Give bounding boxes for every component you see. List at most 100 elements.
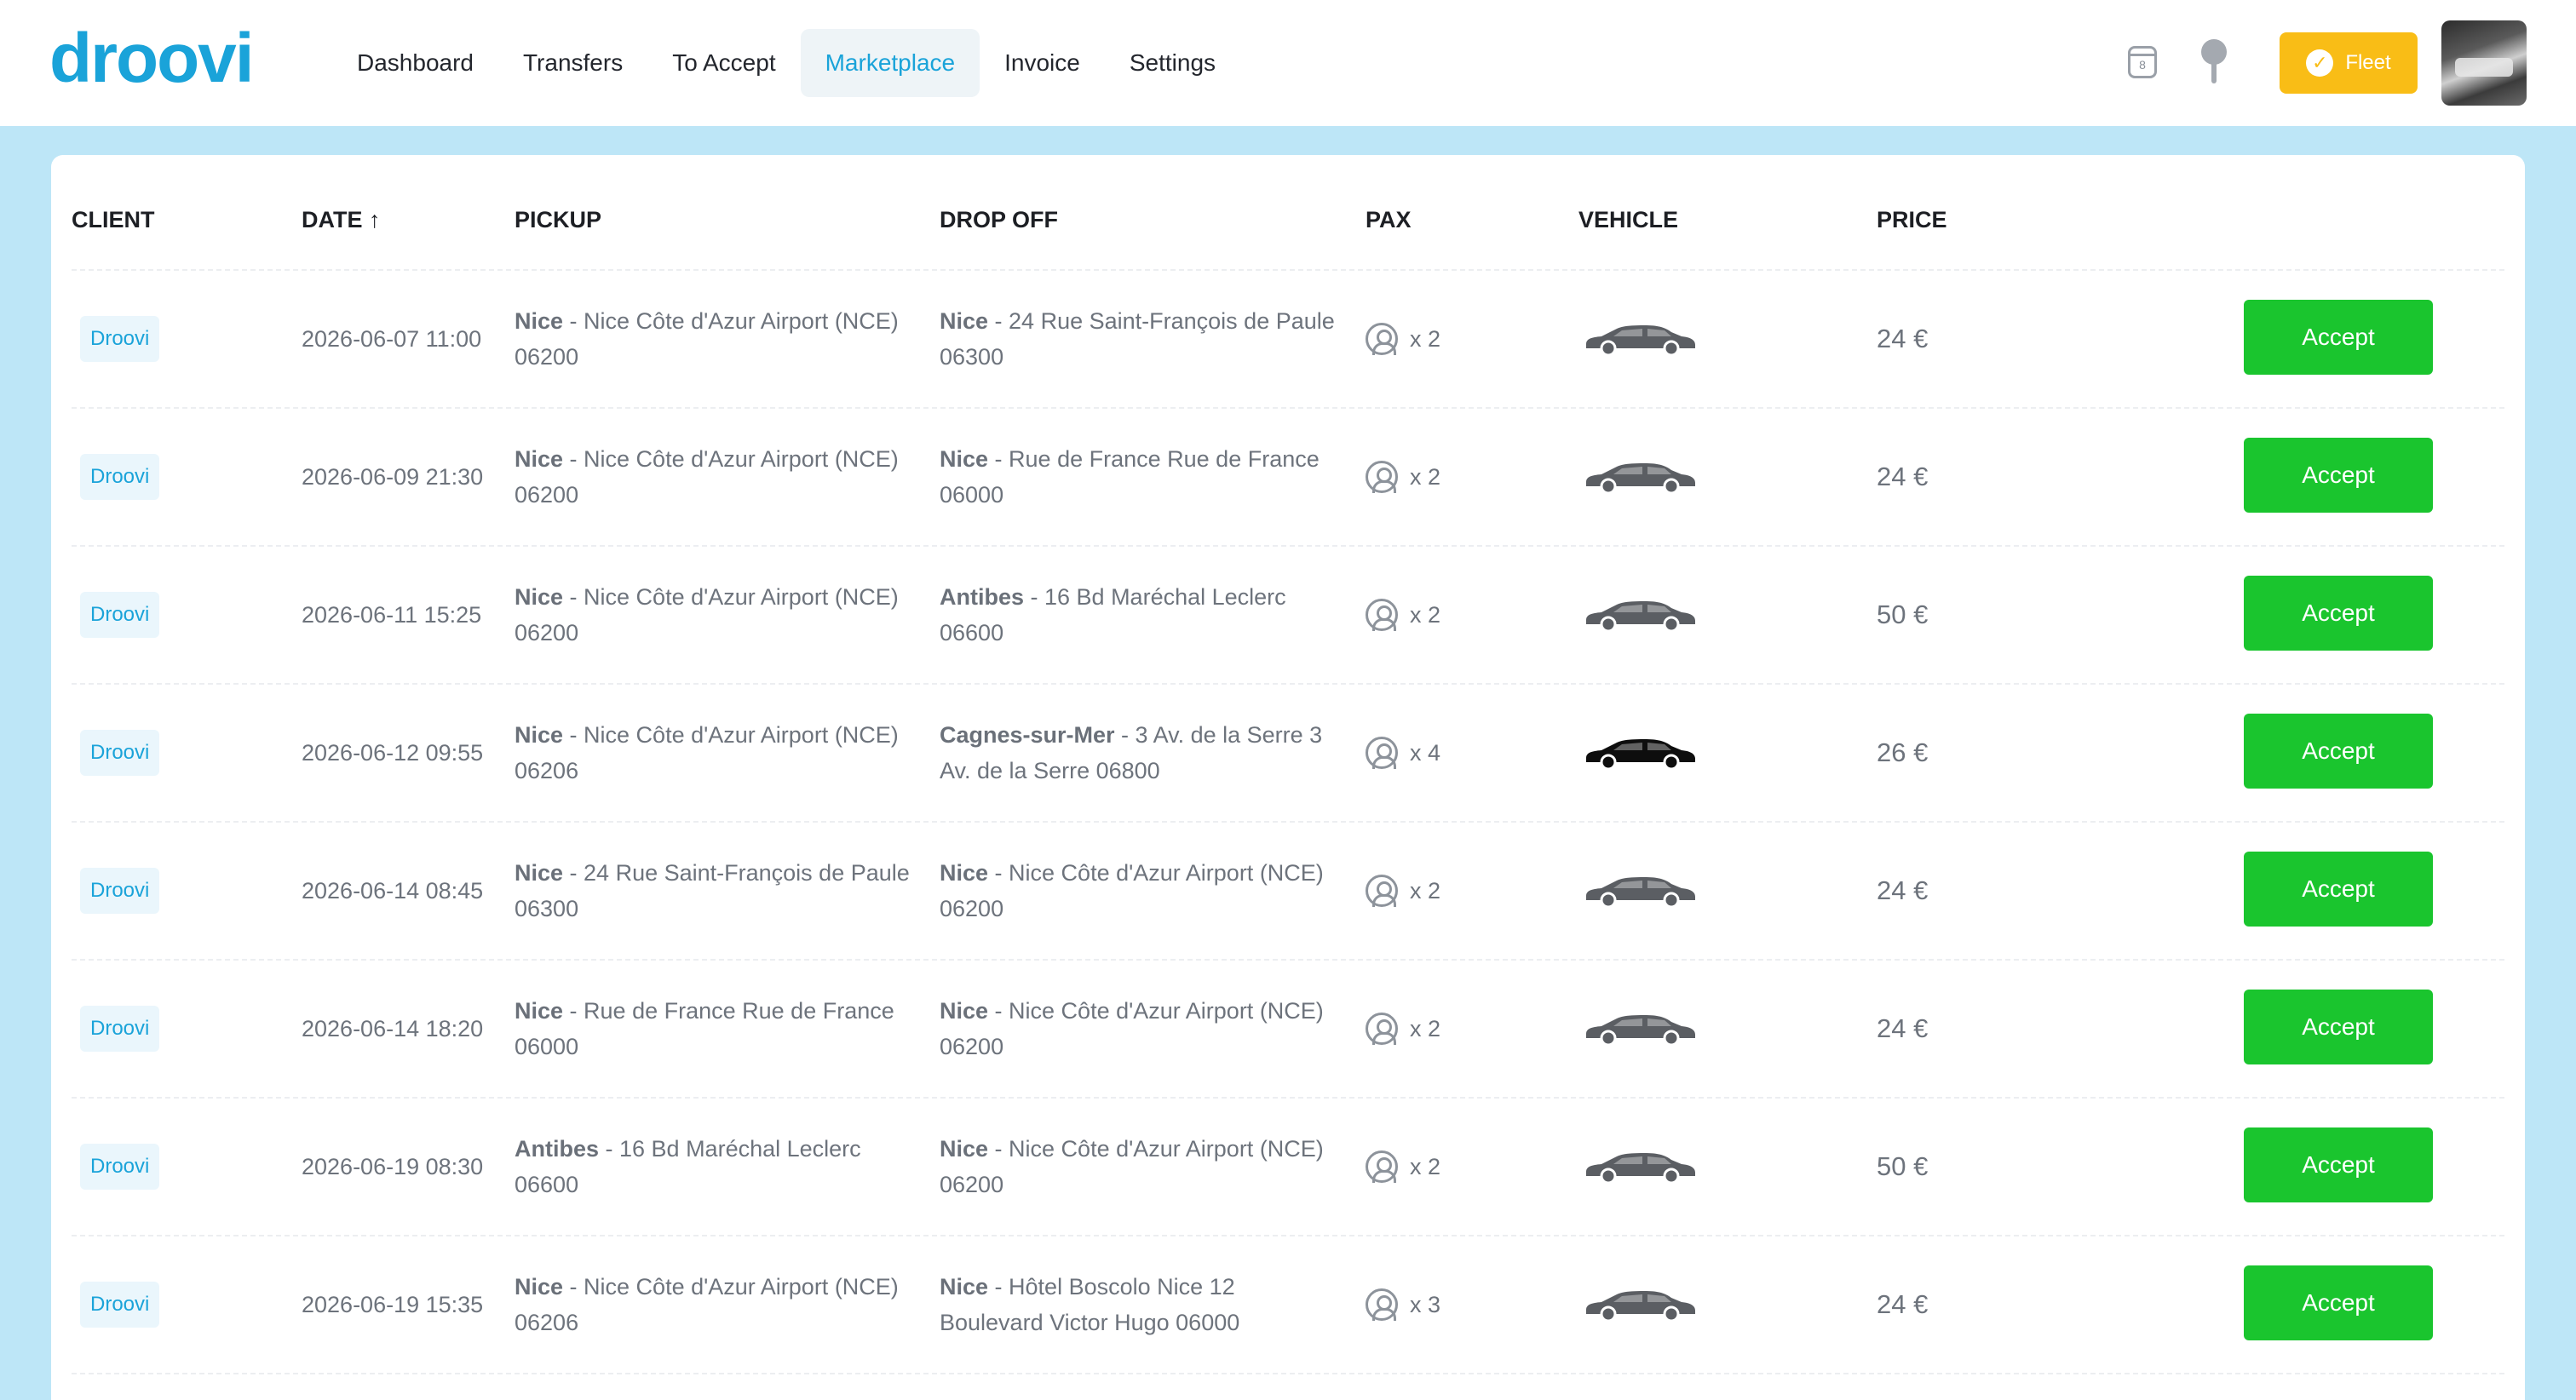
- pax-count: x 2: [1410, 602, 1441, 628]
- dropoff-address: - Nice Côte d'Azur Airport (NCE) 06200: [940, 998, 1324, 1059]
- pax-cell: x 2: [1366, 961, 1440, 1097]
- client-cell: Droovi: [80, 685, 160, 821]
- dropoff-cell: Cagnes-sur-Mer - 3 Av. de la Serre 3 Av.…: [940, 685, 1340, 821]
- pickup-address: - Nice Côte d'Azur Airport (NCE) 06206: [515, 722, 899, 783]
- pickup-cell: Nice - 24 Rue Saint-François de Paule 06…: [515, 823, 915, 959]
- dropoff-cell: Nice - Hôtel Boscolo Nice 12 Boulevard V…: [940, 1236, 1340, 1373]
- pickup-cell: Nice - Rue de France Rue de France 06000: [515, 961, 915, 1097]
- pickup-city: Antibes: [515, 1136, 600, 1162]
- col-client[interactable]: CLIENT: [72, 194, 155, 245]
- date-cell: 2026-06-09 21:30: [302, 464, 484, 490]
- date-cell: 2026-06-07 11:00: [302, 326, 482, 352]
- client-cell: Droovi: [80, 409, 160, 545]
- pax-cell: x 2: [1366, 547, 1440, 683]
- pickup-address: - Nice Côte d'Azur Airport (NCE) 06206: [515, 1274, 899, 1335]
- accept-button[interactable]: Accept: [2244, 300, 2433, 375]
- dropoff-city: Antibes: [940, 584, 1025, 610]
- pickup-cell: Nice - Nice Côte d'Azur Airport (NCE) 06…: [515, 409, 915, 545]
- user-circle-icon: [1366, 737, 1398, 769]
- pickup-city: Nice: [515, 446, 564, 472]
- accept-button[interactable]: Accept: [2244, 852, 2433, 927]
- accept-button[interactable]: Accept: [2244, 576, 2433, 651]
- col-pax[interactable]: PAX: [1366, 194, 1412, 245]
- client-badge[interactable]: Droovi: [80, 730, 160, 776]
- dropoff-city: Nice: [940, 446, 989, 472]
- fleet-button[interactable]: ✓ Fleet: [2280, 32, 2418, 94]
- nav-dashboard[interactable]: Dashboard: [332, 29, 498, 97]
- pax-cell: x 2: [1366, 823, 1440, 959]
- nav-to-accept[interactable]: To Accept: [647, 29, 800, 97]
- pickup-cell: Nice - Nice Côte d'Azur Airport (NCE) 06…: [515, 1236, 915, 1373]
- client-cell: Droovi: [80, 961, 160, 1097]
- pickup-address: - 24 Rue Saint-François de Paule 06300: [515, 860, 910, 921]
- date-cell: 2026-06-12 09:55: [302, 740, 484, 766]
- price-value: 24 €: [1877, 1013, 1929, 1043]
- pax-count: x 3: [1410, 1292, 1441, 1317]
- calendar-day: 8: [2139, 58, 2146, 72]
- client-badge[interactable]: Droovi: [80, 1144, 160, 1190]
- fleet-button-label: Fleet: [2345, 51, 2391, 74]
- client-badge[interactable]: Droovi: [80, 592, 160, 638]
- pickup-city: Nice: [515, 1274, 564, 1300]
- price-value: 24 €: [1877, 1289, 1929, 1319]
- pickup-address: - Nice Côte d'Azur Airport (NCE) 06200: [515, 446, 899, 508]
- col-drop-off[interactable]: DROP OFF: [940, 194, 1058, 245]
- price-value: 50 €: [1877, 600, 1929, 629]
- col-price[interactable]: PRICE: [1877, 194, 1947, 245]
- dropoff-cell: Nice - Nice Côte d'Azur Airport (NCE) 06…: [940, 1099, 1340, 1235]
- pickup-address: - Nice Côte d'Azur Airport (NCE) 06200: [515, 308, 899, 370]
- client-badge[interactable]: Droovi: [80, 868, 160, 914]
- droovi-logo[interactable]: droovi: [49, 24, 255, 94]
- date-cell: 2026-06-14 08:45: [302, 878, 484, 904]
- pax-count: x 2: [1410, 326, 1441, 352]
- table-row: Droovi 2026-06-14 08:45 Nice - 24 Rue Sain…: [72, 823, 2504, 961]
- client-badge[interactable]: Droovi: [80, 454, 160, 500]
- user-circle-icon: [1366, 1150, 1398, 1183]
- table-row: Droovi 2026-06-19 15:35 Nice - Nice Côte d…: [72, 1236, 2504, 1374]
- user-circle-icon: [1366, 1288, 1398, 1321]
- map-pin-icon[interactable]: [2199, 39, 2228, 85]
- client-badge[interactable]: Droovi: [80, 1006, 160, 1052]
- accept-button[interactable]: Accept: [2244, 438, 2433, 513]
- table-row: Droovi 2026-06-09 21:30 Nice - Nice Côte d…: [72, 409, 2504, 547]
- pickup-city: Nice: [515, 584, 564, 610]
- user-circle-icon: [1366, 875, 1398, 907]
- pickup-city: Nice: [515, 998, 564, 1024]
- client-badge[interactable]: Droovi: [80, 1282, 160, 1328]
- accept-button[interactable]: Accept: [2244, 1265, 2433, 1340]
- nav-transfers[interactable]: Transfers: [498, 29, 647, 97]
- car-icon: [1583, 1236, 1699, 1373]
- client-cell: Droovi: [80, 271, 160, 407]
- user-avatar[interactable]: [2441, 20, 2527, 106]
- pax-count: x 2: [1410, 878, 1441, 904]
- check-circle-icon: ✓: [2306, 49, 2334, 77]
- accept-button[interactable]: Accept: [2244, 990, 2433, 1064]
- accept-button[interactable]: Accept: [2244, 1127, 2433, 1202]
- user-circle-icon: [1366, 323, 1398, 355]
- pickup-cell: Nice - Nice Côte d'Azur Airport (NCE) 06…: [515, 685, 915, 821]
- car-icon: [1583, 547, 1699, 683]
- calendar-icon[interactable]: 8: [2128, 46, 2157, 78]
- car-icon: [1583, 961, 1699, 1097]
- main-nav: Dashboard Transfers To Accept Marketplac…: [332, 29, 1240, 97]
- col-date-sort[interactable]: DATE ↑: [302, 194, 381, 245]
- price-value: 50 €: [1877, 1151, 1929, 1181]
- nav-settings[interactable]: Settings: [1105, 29, 1240, 97]
- date-cell: 2026-06-19 08:30: [302, 1154, 484, 1179]
- client-badge[interactable]: Droovi: [80, 316, 160, 362]
- pax-cell: x 2: [1366, 409, 1440, 545]
- dropoff-address: - 24 Rue Saint-François de Paule 06300: [940, 308, 1335, 370]
- nav-invoice[interactable]: Invoice: [980, 29, 1105, 97]
- nav-marketplace[interactable]: Marketplace: [800, 29, 980, 97]
- pickup-address: - Rue de France Rue de France 06000: [515, 998, 894, 1059]
- price-value: 24 €: [1877, 462, 1929, 491]
- accept-button[interactable]: Accept: [2244, 714, 2433, 789]
- date-cell: 2026-06-14 18:20: [302, 1016, 484, 1041]
- col-vehicle[interactable]: VEHICLE: [1578, 194, 1678, 245]
- table-header: CLIENT DATE ↑ PICKUP DROP OFF PAX VEHICL…: [72, 194, 2508, 245]
- pickup-city: Nice: [515, 308, 564, 334]
- dropoff-cell: Nice - 24 Rue Saint-François de Paule 06…: [940, 271, 1340, 407]
- pax-cell: x 3: [1366, 1236, 1440, 1373]
- car-icon: [1583, 685, 1699, 821]
- col-pickup[interactable]: PICKUP: [515, 194, 601, 245]
